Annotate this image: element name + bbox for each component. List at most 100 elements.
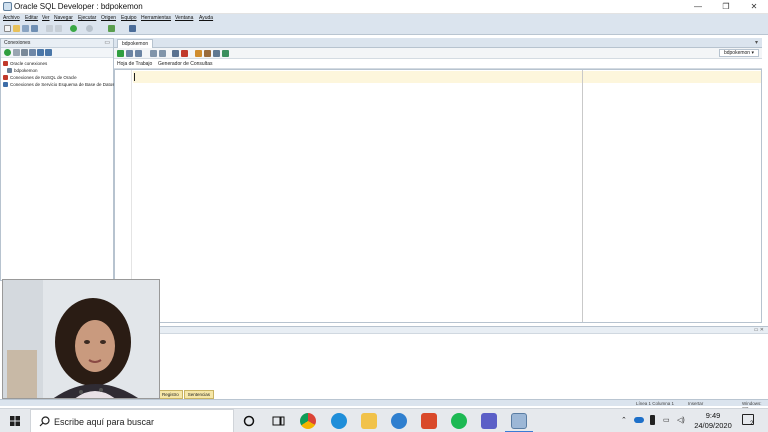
main-toolbar xyxy=(0,23,768,35)
filter-icon[interactable] xyxy=(21,49,28,56)
windows-logo-icon xyxy=(10,416,20,426)
undo-icon[interactable] xyxy=(46,25,53,32)
folder-icon xyxy=(3,61,8,66)
sql-developer-taskbar-icon[interactable] xyxy=(511,413,527,429)
schema-browser-icon[interactable] xyxy=(29,49,36,56)
text-cursor xyxy=(134,73,135,81)
save-icon[interactable] xyxy=(22,25,29,32)
refresh-icon[interactable] xyxy=(13,49,20,56)
usb-icon[interactable] xyxy=(650,415,655,425)
network-icon[interactable]: ▭ xyxy=(663,416,670,424)
menu-ver[interactable]: Ver xyxy=(42,15,50,21)
menu-editar[interactable]: Editar xyxy=(25,15,38,21)
menu-origen[interactable]: Origen xyxy=(101,15,116,21)
history-icon[interactable] xyxy=(204,50,211,57)
import-icon[interactable] xyxy=(37,49,44,56)
open-folder-icon[interactable] xyxy=(13,25,20,32)
run-script-icon[interactable] xyxy=(126,50,133,57)
redo-icon[interactable] xyxy=(55,25,62,32)
worksheet-toolbar: bdpokemon ▾ xyxy=(114,48,762,59)
database-icon[interactable] xyxy=(129,25,136,32)
restore-button[interactable]: ❐ xyxy=(712,0,740,14)
minimize-panel-icon[interactable]: ▭ xyxy=(104,39,110,46)
run-statement-icon[interactable] xyxy=(117,50,124,57)
tree-item-bdpokemon[interactable]: bdpokemon xyxy=(7,68,38,75)
onedrive-icon[interactable] xyxy=(634,417,644,423)
explain-plan-icon[interactable] xyxy=(172,50,179,57)
menu-ventana[interactable]: Ventana xyxy=(175,15,193,21)
connection-icon xyxy=(7,68,12,73)
webcam-overlay xyxy=(2,279,160,399)
menu-ejecutar[interactable]: Ejecutar xyxy=(78,15,96,21)
worksheet-subtabs: Hoja de Trabajo Generador de Consultas xyxy=(114,60,762,69)
windows-taskbar: Escribe aquí para buscar ⌃ ▭ ◁) 9:49 24/… xyxy=(0,408,768,432)
tree-item-nosql[interactable]: Conexiones de NoSQL de Oracle xyxy=(3,75,77,82)
tab-registro[interactable]: Registro xyxy=(158,390,183,399)
save-all-icon[interactable] xyxy=(31,25,38,32)
export-icon[interactable] xyxy=(45,49,52,56)
start-button[interactable] xyxy=(0,409,30,432)
sql-tuning-icon[interactable] xyxy=(222,50,229,57)
menu-herramientas[interactable]: Herramientas xyxy=(141,15,171,21)
add-connection-icon[interactable] xyxy=(4,49,11,56)
audio-app-icon[interactable] xyxy=(391,413,407,429)
edge-icon[interactable] xyxy=(331,413,347,429)
connection-select[interactable]: bdpokemon ▾ xyxy=(718,49,759,57)
tab-generador-de-consultas[interactable]: Generador de Consultas xyxy=(158,61,212,67)
show-hidden-icons-icon[interactable]: ⌃ xyxy=(621,416,627,424)
clear-icon[interactable] xyxy=(195,50,202,57)
format-icon[interactable] xyxy=(213,50,220,57)
right-margin-divider xyxy=(582,70,583,322)
office-icon[interactable] xyxy=(421,413,437,429)
tree-item-schema-service[interactable]: Conexiones de Servicio Esquema de Base d… xyxy=(3,82,115,89)
tab-bdpokemon[interactable]: bdpokemon xyxy=(117,39,154,48)
rollback-icon[interactable] xyxy=(150,50,157,57)
connections-title: Conexiones xyxy=(4,40,31,46)
system-clock[interactable]: 9:49 24/09/2020 xyxy=(691,411,735,431)
tab-sentencias[interactable]: Sentencias xyxy=(183,390,215,399)
bottom-tabs: Registro Sentencias xyxy=(158,390,215,399)
clock-time: 9:49 xyxy=(705,411,721,420)
cloud-icon xyxy=(3,82,8,87)
sql-worksheet[interactable] xyxy=(114,69,762,323)
panel-controls-icon[interactable]: ▭ ✕ xyxy=(754,327,764,333)
menu-navegar[interactable]: Navegar xyxy=(54,15,73,21)
output-header: ▭ ✕ xyxy=(114,327,768,334)
title-bar: Oracle SQL Developer : bdpokemon — ❐ ✕ xyxy=(0,0,768,14)
spotify-icon[interactable] xyxy=(451,413,467,429)
run-icon[interactable] xyxy=(108,25,115,32)
autotrace-icon[interactable] xyxy=(159,50,166,57)
cortana-icon[interactable] xyxy=(243,415,255,427)
minimize-button[interactable]: — xyxy=(684,0,712,14)
tab-menu-icon[interactable]: ▾ xyxy=(755,39,758,46)
teams-icon[interactable] xyxy=(481,413,497,429)
connections-panel: Conexiones ▭ Oracle conexiones bdpokemon… xyxy=(0,38,115,281)
commit-icon[interactable] xyxy=(135,50,142,57)
task-view-icon[interactable] xyxy=(272,415,285,427)
tree-item-oracle-conexiones[interactable]: Oracle conexiones xyxy=(3,61,47,68)
menu-equipo[interactable]: Equipo xyxy=(121,15,137,21)
new-icon[interactable] xyxy=(4,25,11,32)
connections-header: Conexiones ▭ xyxy=(1,39,113,48)
sql-developer-icon xyxy=(3,2,12,11)
menu-ayuda[interactable]: Ayuda xyxy=(199,15,213,21)
tune-icon[interactable] xyxy=(181,50,188,57)
folder-icon xyxy=(3,75,8,80)
edit-mode: Insertar xyxy=(688,401,704,406)
forward-icon[interactable] xyxy=(86,25,93,32)
current-line-highlight xyxy=(133,71,761,83)
file-explorer-icon[interactable] xyxy=(361,413,377,429)
menu-archivo[interactable]: Archivo xyxy=(3,15,20,21)
clock-date: 24/09/2020 xyxy=(694,421,732,430)
volume-icon[interactable]: ◁) xyxy=(677,416,685,424)
back-icon[interactable] xyxy=(70,25,77,32)
chrome-icon[interactable] xyxy=(300,413,316,429)
taskbar-search[interactable]: Escribe aquí para buscar xyxy=(30,409,234,432)
close-button[interactable]: ✕ xyxy=(740,0,768,14)
menu-bar: Archivo Editar Ver Navegar Ejecutar Orig… xyxy=(0,14,768,23)
status-bar: Línea 1 Columna 1 Insertar Windows: CR xyxy=(0,399,768,411)
connections-toolbar xyxy=(1,48,113,58)
presenter-video xyxy=(3,280,159,398)
editor-tabstrip: bdpokemon ▾ xyxy=(114,38,762,48)
tab-hoja-de-trabajo[interactable]: Hoja de Trabajo xyxy=(117,61,152,67)
